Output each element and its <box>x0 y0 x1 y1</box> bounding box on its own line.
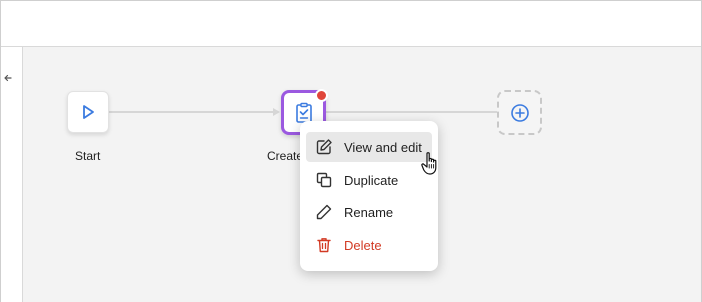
menu-item-rename[interactable]: Rename <box>306 197 432 227</box>
menu-item-label: Delete <box>344 237 382 253</box>
create-node-label: Create <box>267 149 304 163</box>
start-node[interactable] <box>67 91 109 133</box>
hand-pointer-icon <box>419 151 443 177</box>
plus-circle-icon <box>510 103 529 122</box>
duplicate-icon <box>314 170 334 190</box>
menu-item-view-and-edit[interactable]: View and edit <box>306 132 432 162</box>
pencil-icon <box>314 202 334 222</box>
top-bar <box>1 1 701 47</box>
arrow-left-icon <box>4 74 12 82</box>
menu-item-label: Rename <box>344 204 394 220</box>
play-icon <box>83 105 94 119</box>
menu-item-label: View and edit <box>344 139 422 155</box>
trash-icon <box>314 235 334 255</box>
edit-icon <box>314 137 334 157</box>
node-context-menu: View and edit Duplicate Rename Delete <box>300 121 438 271</box>
menu-item-label: Duplicate <box>344 172 399 188</box>
collapse-panel-button[interactable] <box>1 69 15 87</box>
menu-item-duplicate[interactable]: Duplicate <box>306 165 432 195</box>
connector-start-create <box>109 111 275 113</box>
menu-item-delete[interactable]: Delete <box>306 230 432 260</box>
add-step-node[interactable] <box>497 90 542 135</box>
connector-create-add <box>326 111 497 113</box>
notification-dot <box>315 89 328 102</box>
app-window: Start Create View and edit Duplicate Ren… <box>0 0 702 302</box>
connector-arrowhead <box>273 108 280 116</box>
start-node-label: Start <box>75 149 101 163</box>
